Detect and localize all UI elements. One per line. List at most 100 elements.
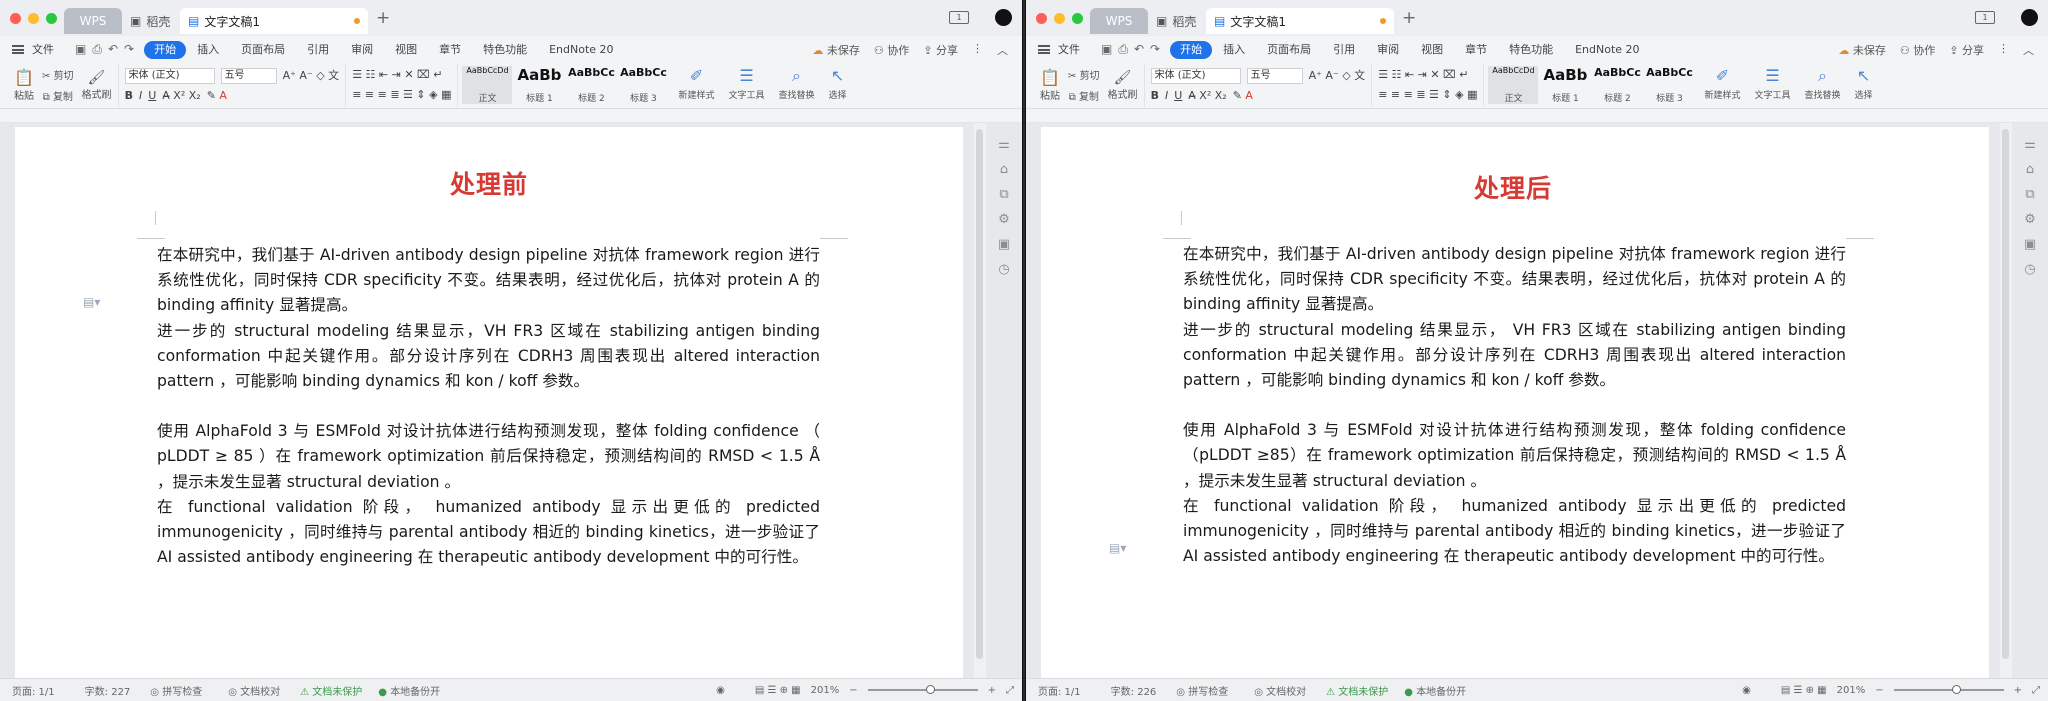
zoom-out-icon[interactable]: − — [849, 685, 857, 696]
find-replace-button[interactable]: ⌕ 查找替换 — [779, 67, 815, 102]
copy-button[interactable]: ⧉ 复制 — [1068, 88, 1100, 103]
minimize-window-button[interactable] — [28, 12, 39, 24]
menu-chapter[interactable]: 章节 — [1454, 41, 1498, 59]
scroll-thumb[interactable] — [976, 129, 983, 659]
font-size-select[interactable]: 五号 — [1246, 67, 1303, 84]
eye-icon[interactable]: ◉ — [716, 685, 725, 696]
image-icon[interactable]: ▣ — [998, 237, 1010, 252]
monitor-icon[interactable]: 1 — [1975, 11, 1995, 24]
share-button[interactable]: ⇪ 分享 — [923, 42, 958, 58]
account-avatar[interactable] — [995, 9, 1012, 26]
menu-endnote[interactable]: EndNote 20 — [1564, 41, 1650, 59]
style-heading-3[interactable]: AaBbCc 标题 3 — [618, 66, 668, 104]
underline-icon[interactable]: U — [1174, 89, 1182, 103]
menu-layout[interactable]: 页面布局 — [230, 41, 296, 59]
zoom-level[interactable]: 201% — [811, 685, 840, 696]
text-tools-button[interactable]: ☰ 文字工具 — [728, 67, 764, 102]
maximize-window-button[interactable] — [46, 12, 57, 24]
new-tab-button[interactable]: + — [1402, 8, 1416, 28]
backup-status[interactable]: ● 本地备份开 — [1404, 683, 1466, 698]
zoom-slider[interactable] — [867, 685, 978, 694]
undo-icon[interactable]: ↶ — [1134, 42, 1144, 57]
menu-review[interactable]: 审阅 — [340, 41, 384, 59]
image-icon[interactable]: ▣ — [2024, 237, 2036, 252]
font-family-select[interactable]: 宋体 (正文) — [1150, 67, 1241, 84]
undo-icon[interactable]: ↶ — [108, 42, 118, 57]
highlight-icon[interactable]: ✎ A — [207, 89, 227, 103]
select-button[interactable]: ↖ 选择 — [1855, 67, 1873, 102]
style-icon[interactable]: ⌂ — [2026, 162, 2034, 177]
copy-button[interactable]: ⧉ 复制 — [42, 88, 74, 103]
document-body[interactable]: 在本研究中，我们基于 AI-driven antibody design pip… — [1183, 242, 1846, 569]
menu-hamburger-icon[interactable] — [1038, 45, 1050, 54]
minimize-window-button[interactable] — [1054, 12, 1065, 24]
menu-view[interactable]: 视图 — [384, 41, 428, 59]
italic-icon[interactable]: I — [139, 89, 142, 103]
save-icon[interactable]: ▣ — [1101, 42, 1112, 57]
align-icon[interactable]: ≡ ≡ ≡ ≣ ☰ ⇕ ◈ ▦ — [1378, 88, 1477, 102]
select-button[interactable]: ↖ 选择 — [829, 67, 847, 102]
style-icon[interactable]: ⌂ — [1000, 162, 1008, 177]
font-family-select[interactable]: 宋体 (正文) — [124, 67, 215, 84]
paste-button[interactable]: 📋 粘贴 — [14, 68, 34, 102]
tab-document[interactable]: ▤ 文字文稿1 — [180, 8, 368, 34]
proofread[interactable]: ◎ 文档校对 — [1254, 683, 1306, 698]
page-count[interactable]: 页面: 1/1 — [1038, 683, 1081, 698]
bold-icon[interactable]: B — [1151, 89, 1159, 103]
italic-icon[interactable]: I — [1165, 89, 1168, 103]
spell-check[interactable]: ◎ 拼写检查 — [1176, 683, 1228, 698]
style-heading-1[interactable]: AaBb 标题 1 — [514, 66, 564, 104]
new-tab-button[interactable]: + — [376, 8, 390, 28]
redo-icon[interactable]: ↷ — [1150, 42, 1160, 57]
paste-button[interactable]: 📋 粘贴 — [1040, 68, 1060, 102]
spell-check[interactable]: ◎ 拼写检查 — [150, 683, 202, 698]
word-count[interactable]: 字数: 226 — [1111, 683, 1157, 698]
strike-icon[interactable]: A̶ X² X₂ — [1188, 89, 1226, 103]
eye-icon[interactable]: ◉ — [1742, 685, 1751, 696]
history-icon[interactable]: ◷ — [2024, 262, 2035, 277]
style-heading-2[interactable]: AaBbCc 标题 2 — [1592, 66, 1642, 104]
protect-status[interactable]: ⚠ 文档未保护 — [300, 683, 362, 698]
style-normal[interactable]: AaBbCcDd 正文 — [462, 66, 513, 104]
paragraph-marker-icon[interactable]: ▤▾ — [83, 295, 100, 309]
vertical-scrollbar[interactable] — [2000, 123, 2012, 678]
new-style-button[interactable]: ✐ 新建样式 — [678, 67, 714, 102]
redo-icon[interactable]: ↷ — [124, 42, 134, 57]
menu-home[interactable]: 开始 — [144, 40, 187, 59]
bold-icon[interactable]: B — [125, 89, 133, 103]
word-count[interactable]: 字数: 227 — [85, 683, 131, 698]
unsaved-button[interactable]: ☁ 未保存 — [1838, 42, 1886, 58]
menu-file[interactable]: 文件 — [32, 41, 65, 59]
menu-chapter[interactable]: 章节 — [428, 41, 472, 59]
print-icon[interactable]: ⎙ — [1118, 42, 1128, 57]
menu-file[interactable]: 文件 — [1058, 41, 1091, 59]
style-normal[interactable]: AaBbCcDd 正文 — [1488, 66, 1539, 104]
collapse-ribbon-icon[interactable]: ︿ — [997, 42, 1008, 58]
shape-icon[interactable]: ⧉ — [2025, 187, 2034, 202]
page-view-icon[interactable]: ▤ ☰ ⊕ ▦ — [755, 685, 801, 696]
backup-status[interactable]: ● 本地备份开 — [378, 683, 440, 698]
collab-button[interactable]: ⚇ 协作 — [874, 42, 909, 58]
close-window-button[interactable] — [1036, 12, 1047, 24]
grow-font-icon[interactable]: A⁺ A⁻ ◇ 文 — [1309, 69, 1366, 83]
close-window-button[interactable] — [10, 12, 21, 24]
paragraph-marker-icon[interactable]: ▤▾ — [1109, 541, 1126, 555]
properties-icon[interactable]: ⚌ — [998, 137, 1010, 152]
history-icon[interactable]: ◷ — [998, 262, 1009, 277]
zoom-in-icon[interactable]: + — [988, 685, 996, 696]
style-heading-2[interactable]: AaBbCc 标题 2 — [566, 66, 616, 104]
menu-features[interactable]: 特色功能 — [472, 41, 538, 59]
menu-endnote[interactable]: EndNote 20 — [538, 41, 624, 59]
zoom-knob[interactable] — [1951, 685, 1961, 694]
format-painter-button[interactable]: 🖌 格式刷 — [1108, 70, 1138, 101]
font-size-select[interactable]: 五号 — [220, 67, 277, 84]
fullscreen-icon[interactable]: ⤢ — [1006, 685, 1014, 696]
menu-references[interactable]: 引用 — [296, 41, 340, 59]
find-replace-button[interactable]: ⌕ 查找替换 — [1805, 67, 1841, 102]
align-icon[interactable]: ≡ ≡ ≡ ≣ ☰ ⇕ ◈ ▦ — [352, 88, 451, 102]
text-tools-button[interactable]: ☰ 文字工具 — [1754, 67, 1790, 102]
style-heading-1[interactable]: AaBb 标题 1 — [1540, 66, 1590, 104]
menu-insert[interactable]: 插入 — [1212, 41, 1256, 59]
save-icon[interactable]: ▣ — [75, 42, 86, 57]
menu-insert[interactable]: 插入 — [186, 41, 230, 59]
